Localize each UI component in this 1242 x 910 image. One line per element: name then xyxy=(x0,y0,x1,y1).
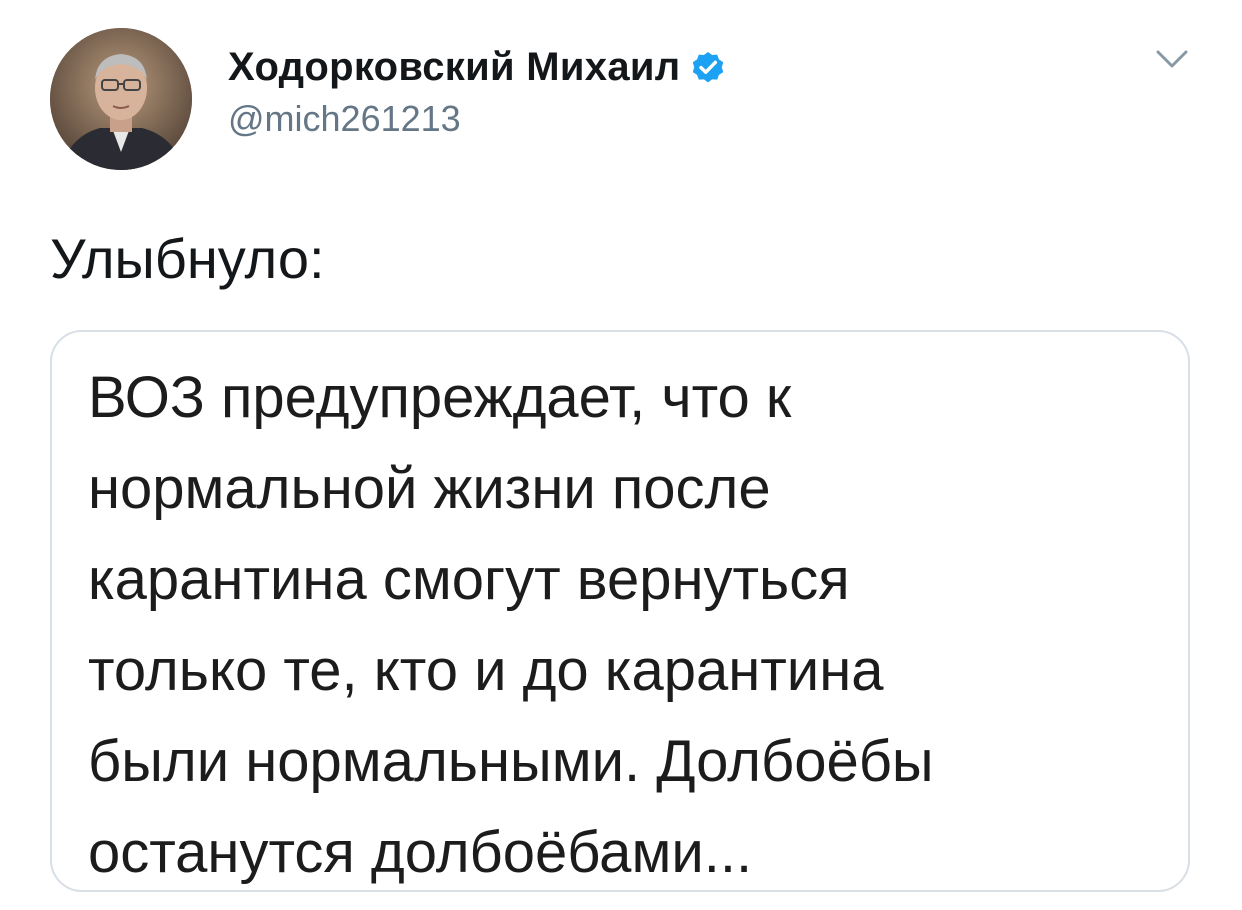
avatar-image xyxy=(50,28,192,170)
tweet-media-image[interactable]: ВОЗ предупреждает, что к нормальной жизн… xyxy=(50,330,1190,892)
author-name-row[interactable]: Ходорковский Михаил xyxy=(228,42,727,92)
media-text: ВОЗ предупреждает, что к нормальной жизн… xyxy=(88,352,1178,890)
author-handle[interactable]: @mich261213 xyxy=(228,98,461,140)
author-avatar[interactable] xyxy=(50,28,192,170)
media-text-line: только те, кто и до карантина xyxy=(88,638,884,703)
media-text-line: ВОЗ предупреждает, что к xyxy=(88,365,792,430)
tweet-card: Ходорковский Михаил @mich261213 Улыбнуло… xyxy=(0,0,1242,910)
tweet-text: Улыбнуло: xyxy=(50,227,325,290)
media-text-line: карантина смогут вернуться xyxy=(88,547,850,612)
author-display-name[interactable]: Ходорковский Михаил xyxy=(228,45,681,90)
verified-badge-icon xyxy=(689,48,727,86)
media-text-line: были нормальными. Долбоёбы xyxy=(88,729,934,794)
media-text-line: останутся долбоёбами... xyxy=(88,820,753,885)
media-text-line: нормальной жизни после xyxy=(88,456,771,521)
chevron-down-icon[interactable] xyxy=(1152,44,1192,74)
